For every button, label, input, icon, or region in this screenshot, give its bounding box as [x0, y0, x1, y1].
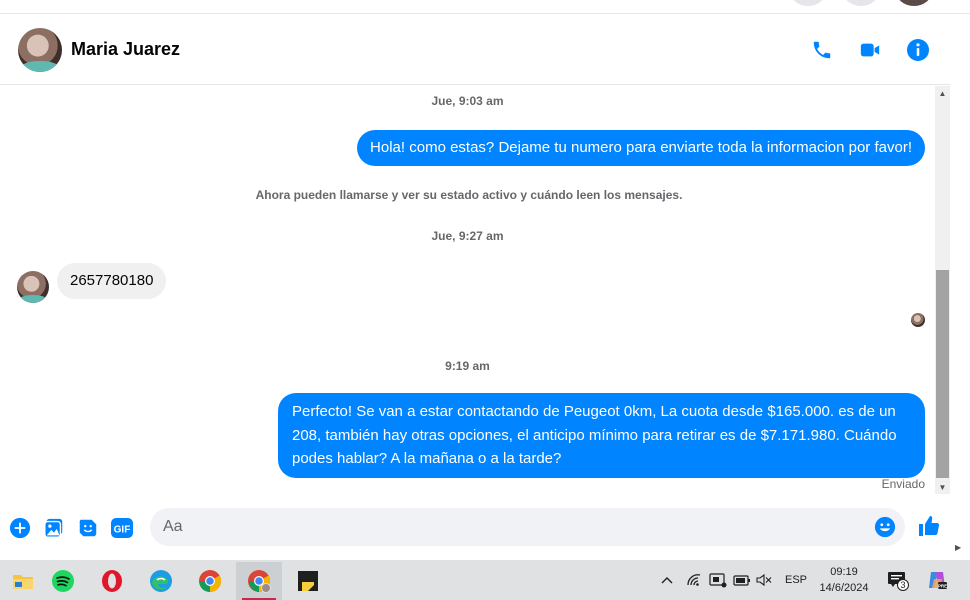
top-circle-button[interactable] [790, 0, 826, 6]
contact-name[interactable]: Maria Juarez [71, 39, 180, 60]
phone-icon[interactable] [810, 38, 834, 62]
notification-count: 3 [900, 580, 905, 590]
message-input[interactable] [150, 508, 850, 546]
scroll-right-arrow-icon[interactable]: ▶ [955, 543, 961, 552]
message-input-wrap[interactable] [150, 508, 905, 546]
clock-date: 14/6/2024 [819, 582, 869, 594]
message-timestamp: 9:19 am [445, 359, 490, 373]
scroll-up-arrow-icon[interactable]: ▲ [935, 86, 950, 100]
top-circle-button[interactable] [843, 0, 879, 6]
top-profile-avatar[interactable] [896, 0, 932, 6]
notifications-icon[interactable]: 3 [887, 560, 909, 600]
chat-header: Maria Juarez [0, 15, 950, 85]
chrome-icon[interactable] [187, 562, 233, 600]
contact-avatar[interactable] [18, 27, 62, 72]
top-strip [0, 0, 970, 14]
svg-text:PRE: PRE [938, 584, 947, 589]
message-timestamp: Jue, 9:27 am [431, 229, 504, 243]
scroll-down-arrow-icon[interactable]: ▼ [935, 480, 950, 494]
outgoing-message[interactable]: Perfecto! Se van a estar contactando de … [278, 393, 925, 478]
network-icon[interactable] [686, 560, 702, 600]
sticker-icon[interactable] [76, 516, 100, 540]
show-hidden-icons-icon[interactable] [660, 560, 674, 600]
seen-indicator-avatar [911, 313, 925, 327]
language-label: ESP [785, 574, 808, 586]
message-timestamp: Jue, 9:03 am [431, 94, 504, 108]
taskbar: ESP 09:19 14/6/2024 3 PRE [0, 560, 970, 600]
chrome-profile-icon[interactable] [236, 562, 282, 600]
edge-icon[interactable] [138, 562, 184, 600]
emoji-icon[interactable] [874, 516, 896, 538]
composer: GIF [0, 497, 950, 559]
outgoing-message[interactable]: Hola! como estas? Dejame tu numero para … [357, 130, 925, 166]
language-indicator[interactable]: ESP [785, 560, 807, 600]
spotify-icon[interactable] [40, 562, 86, 600]
video-icon[interactable] [858, 38, 882, 62]
scrollbar[interactable]: ▲ ▼ [935, 86, 950, 494]
system-note: Ahora pueden llamarse y ver su estado ac… [255, 188, 683, 202]
gif-icon[interactable]: GIF [110, 516, 134, 540]
clock[interactable]: 09:19 14/6/2024 [812, 564, 876, 596]
volume-muted-icon[interactable] [756, 560, 772, 600]
contact-small-avatar[interactable] [17, 271, 49, 303]
plus-icon[interactable] [8, 516, 32, 540]
clock-time: 09:19 [830, 566, 858, 578]
copilot-icon[interactable]: PRE [926, 560, 948, 600]
thumbs-up-icon[interactable] [917, 514, 941, 538]
info-icon[interactable] [906, 38, 930, 62]
opera-icon[interactable] [89, 562, 135, 600]
image-icon[interactable] [42, 516, 66, 540]
sent-status: Enviado [881, 477, 925, 491]
gif-label: GIF [114, 525, 131, 536]
sticky-notes-icon[interactable] [285, 562, 331, 600]
incoming-message[interactable]: 2657780180 [57, 263, 167, 299]
device-icon[interactable] [709, 560, 727, 600]
header-actions [810, 15, 930, 85]
scroll-thumb[interactable] [936, 270, 949, 478]
battery-icon[interactable] [733, 560, 751, 600]
message-list[interactable]: Jue, 9:03 am Hola! como estas? Dejame tu… [0, 86, 935, 496]
